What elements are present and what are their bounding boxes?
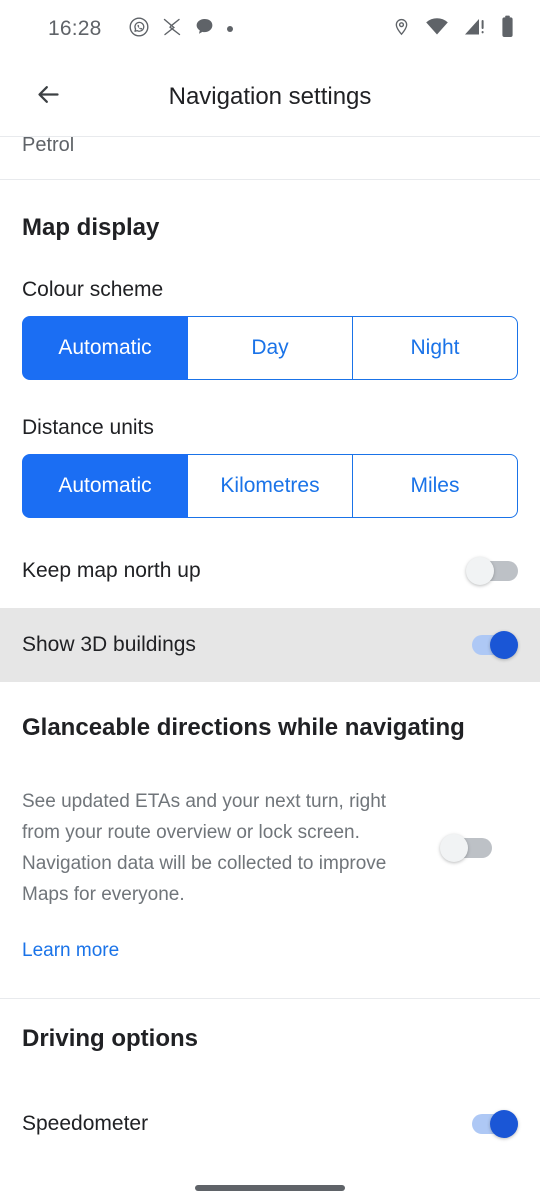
segment-distance-automatic[interactable]: Automatic xyxy=(22,454,188,518)
toggle-thumb xyxy=(490,631,518,659)
glanceable-directions-toggle[interactable] xyxy=(440,831,492,865)
segment-colour-day[interactable]: Day xyxy=(188,316,353,380)
setting-row-speedometer[interactable]: Speedometer xyxy=(0,1087,540,1161)
show-3d-buildings-toggle[interactable] xyxy=(466,628,518,662)
colour-scheme-segmented-control[interactable]: Automatic Day Night xyxy=(22,316,518,380)
keep-map-north-up-toggle[interactable] xyxy=(466,554,518,588)
phone-screen: 16:28 Navigation settings Petrol Map dis… xyxy=(0,0,540,1200)
speedometer-label: Speedometer xyxy=(22,1112,149,1135)
wifi-icon xyxy=(425,17,449,41)
segment-colour-automatic[interactable]: Automatic xyxy=(22,316,188,380)
x-twitter-icon xyxy=(162,17,182,42)
status-time: 16:28 xyxy=(48,17,102,40)
distance-units-segmented-control[interactable]: Automatic Kilometres Miles xyxy=(22,454,518,518)
more-dot-icon xyxy=(226,26,233,32)
setting-row-keep-map-north-up[interactable]: Keep map north up xyxy=(0,534,540,608)
colour-scheme-label: Colour scheme xyxy=(22,278,164,301)
setting-row-show-3d-buildings[interactable]: Show 3D buildings xyxy=(0,608,540,682)
back-arrow-icon xyxy=(35,81,62,113)
toggle-thumb xyxy=(466,557,494,585)
show-3d-buildings-label: Show 3D buildings xyxy=(22,633,196,656)
settings-scroll-area[interactable]: Petrol Map display Colour scheme Automat… xyxy=(0,137,540,1200)
status-bar: 16:28 xyxy=(0,0,540,58)
toggle-thumb xyxy=(440,834,468,862)
glanceable-description: See updated ETAs and your next turn, rig… xyxy=(22,791,387,905)
distance-units-label: Distance units xyxy=(22,416,154,439)
learn-more-link[interactable]: Learn more xyxy=(0,940,141,962)
section-title-map-display: Map display xyxy=(22,214,160,241)
cell-signal-alert-icon xyxy=(463,17,487,41)
status-bar-left: 16:28 xyxy=(48,16,392,43)
chat-bubble-icon xyxy=(194,16,215,42)
battery-icon xyxy=(501,15,514,43)
toggle-thumb xyxy=(490,1110,518,1138)
page-title: Navigation settings xyxy=(168,83,372,110)
segment-distance-miles[interactable]: Miles xyxy=(353,454,518,518)
section-title-glanceable-directions: Glanceable directions while navigating xyxy=(22,714,465,741)
petrol-label: Petrol xyxy=(22,137,75,156)
gesture-navigation-bar[interactable] xyxy=(195,1185,345,1191)
list-item-petrol[interactable]: Petrol xyxy=(0,137,540,179)
back-button[interactable] xyxy=(24,73,72,121)
app-bar: Navigation settings xyxy=(0,58,540,136)
keep-map-north-up-label: Keep map north up xyxy=(22,559,201,582)
whatsapp-icon xyxy=(128,16,150,43)
segment-distance-kilometres[interactable]: Kilometres xyxy=(188,454,353,518)
segment-colour-night[interactable]: Night xyxy=(353,316,518,380)
status-bar-right xyxy=(392,15,514,43)
speedometer-toggle[interactable] xyxy=(466,1107,518,1141)
section-title-driving-options: Driving options xyxy=(22,1025,198,1052)
location-pin-icon xyxy=(392,16,411,43)
glanceable-description-row: See updated ETAs and your next turn, rig… xyxy=(0,786,540,910)
